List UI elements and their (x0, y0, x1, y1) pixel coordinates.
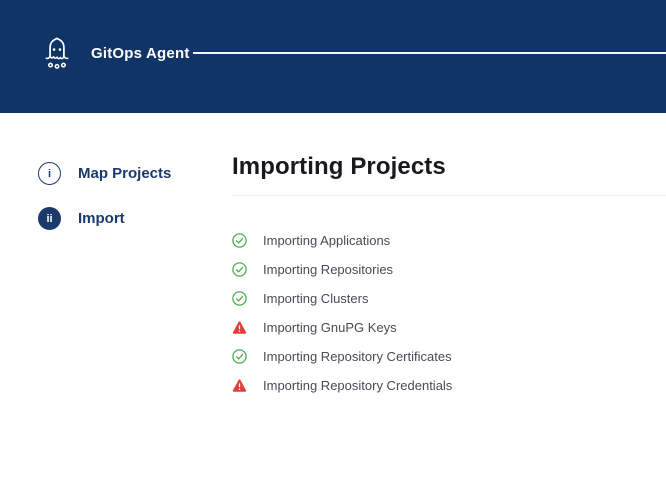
import-status-label: Importing Repository Credentials (263, 378, 452, 393)
argo-squid-icon (38, 33, 76, 73)
import-status-row: Importing GnuPG Keys (232, 313, 666, 342)
step-import[interactable]: ii Import (38, 207, 171, 230)
app-header: GitOps Agent (0, 0, 666, 113)
step-label: Import (78, 210, 125, 227)
app-title: GitOps Agent (91, 45, 190, 62)
check-circle-icon (232, 262, 247, 277)
warning-triangle-icon (232, 378, 247, 393)
wizard-steps: i Map Projects ii Import (38, 162, 171, 230)
brand: GitOps Agent (38, 33, 190, 73)
step-number-badge: i (38, 162, 61, 185)
import-status-label: Importing Applications (263, 233, 390, 248)
check-circle-icon (232, 233, 247, 248)
import-status-list: Importing Applications Importing Reposito… (232, 226, 666, 400)
header-divider-line (193, 52, 666, 54)
import-status-row: Importing Clusters (232, 284, 666, 313)
check-circle-icon (232, 291, 247, 306)
import-status-label: Importing GnuPG Keys (263, 320, 397, 335)
import-status-row: Importing Repository Credentials (232, 371, 666, 400)
step-label: Map Projects (78, 165, 171, 182)
warning-triangle-icon (232, 320, 247, 335)
import-status-label: Importing Clusters (263, 291, 368, 306)
import-status-label: Importing Repository Certificates (263, 349, 452, 364)
import-status-label: Importing Repositories (263, 262, 393, 277)
step-number-badge: ii (38, 207, 61, 230)
import-status-row: Importing Repositories (232, 255, 666, 284)
page-title: Importing Projects (232, 153, 666, 181)
title-divider-line (232, 195, 666, 196)
step-map-projects[interactable]: i Map Projects (38, 162, 171, 185)
main-content: Importing Projects Importing Application… (232, 153, 666, 400)
import-status-row: Importing Repository Certificates (232, 342, 666, 371)
check-circle-icon (232, 349, 247, 364)
import-status-row: Importing Applications (232, 226, 666, 255)
